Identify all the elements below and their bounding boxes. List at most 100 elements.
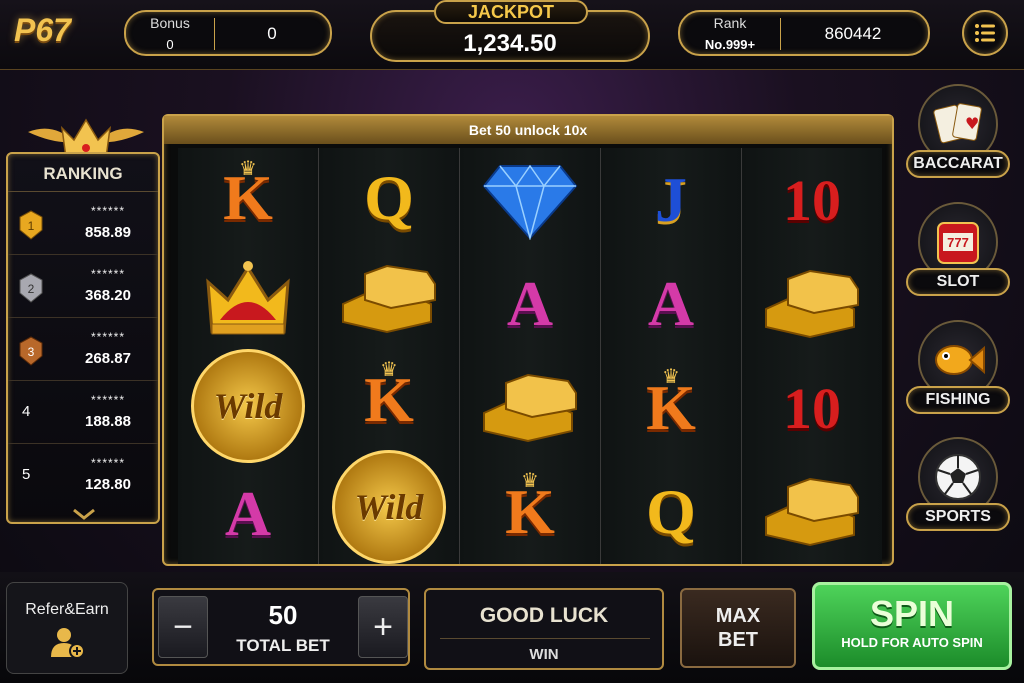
reel-symbol-a: A (647, 268, 695, 339)
gold-medal-icon: 1 (19, 210, 43, 240)
menu-button[interactable] (962, 10, 1008, 56)
game-label: SLOT (906, 268, 1010, 296)
auto-spin-hint: HOLD FOR AUTO SPIN (841, 635, 983, 650)
total-bet-label: TOTAL BET (236, 636, 330, 655)
crown-icon (206, 261, 290, 335)
reel-symbol-a: A (224, 477, 272, 549)
silver-medal-icon: 2 (19, 273, 43, 303)
increase-bet-button[interactable]: + (358, 596, 408, 658)
jackpot-value: 1,234.50 (463, 30, 557, 57)
reel-symbol-k: ♛ K (646, 366, 696, 443)
rank-value: No.999+ (704, 37, 756, 52)
reel-column: J A ♛ K Q (601, 148, 742, 564)
refer-label: Refer&Earn (25, 601, 109, 618)
reel-symbol-10: 10 (783, 375, 841, 441)
reel-symbol-j: J (655, 164, 687, 235)
player-score: 268.87 (85, 350, 131, 367)
game-label: SPORTS (906, 503, 1010, 531)
reel-symbol-a: A (506, 268, 554, 339)
ranking-row: 4 ****** 188.88 (8, 381, 158, 444)
rank-number: 5 (22, 466, 31, 483)
gold-bars-icon (765, 477, 859, 547)
reel-symbol-q: Q (364, 162, 414, 234)
bet-control: − 50 TOTAL BET + (152, 588, 410, 666)
ranking-panel: RANKING 1 ****** 858.89 2 ****** 368.20 … (6, 152, 160, 524)
max-bet-button[interactable]: MAX BET (680, 588, 796, 668)
gold-bars-icon (342, 264, 436, 334)
divider (780, 18, 781, 50)
reel-column: 10 10 (742, 148, 882, 564)
small-crown-icon: ♛ (380, 359, 398, 382)
decrease-bet-button[interactable]: − (158, 596, 208, 658)
rank-label: Rank (713, 15, 747, 31)
small-crown-icon: ♛ (239, 158, 257, 180)
jackpot-label: JACKPOT (434, 0, 588, 24)
svg-text:2: 2 (28, 282, 35, 296)
player-name: ****** (90, 204, 126, 218)
menu-icon (975, 24, 995, 42)
ranking-title: RANKING (8, 154, 158, 192)
game-label: FISHING (906, 386, 1010, 414)
gold-bars-icon (483, 373, 577, 443)
reels-frame: Bet 50 unlock 10x ♛ K Wild A Q ♛ K Wild … (162, 114, 894, 566)
wild-coin: Wild (191, 349, 305, 464)
game-sports[interactable]: SPORTS (906, 437, 1010, 531)
player-score: 128.80 (85, 476, 131, 493)
max-bet-line1: MAX (715, 605, 761, 627)
refer-earn-button[interactable]: Refer&Earn (6, 582, 128, 674)
player-name: ****** (90, 456, 126, 470)
win-message: GOOD LUCK (479, 604, 609, 627)
rank-secondary-value: 860442 (824, 24, 882, 43)
bonus-secondary-value: 0 (267, 24, 277, 43)
player-name: ****** (90, 267, 126, 281)
reel-symbol-k: ♛ K (505, 470, 555, 547)
reel-symbol-gold-bars (319, 249, 459, 350)
bonus-value: 0 (166, 37, 174, 52)
rank-number: 4 (22, 403, 31, 420)
wild-coin: Wild (332, 450, 446, 565)
spin-label: SPIN (869, 593, 955, 634)
diamond-icon (482, 164, 578, 240)
reel-symbol-gold-bars (460, 356, 600, 460)
svg-text:♥: ♥ (965, 114, 979, 133)
small-crown-icon: ♛ (662, 366, 680, 388)
player-score: 188.88 (85, 413, 131, 430)
spin-button[interactable]: SPIN HOLD FOR AUTO SPIN (812, 582, 1012, 670)
svg-text:1: 1 (28, 219, 35, 233)
reel-symbol-diamond (460, 148, 600, 252)
unlock-banner: Bet 50 unlock 10x (164, 116, 892, 144)
reel-symbol-wild: Wild (319, 450, 459, 565)
svg-text:3: 3 (28, 345, 35, 359)
game-baccarat[interactable]: ♥ BACCARAT (906, 84, 1010, 178)
reel-symbol-k: ♛ K (364, 359, 414, 435)
reel-symbol-crown (178, 249, 318, 350)
reel-grid[interactable]: ♛ K Wild A Q ♛ K Wild A ♛ K J A ♛ K Q 10… (178, 148, 882, 565)
bronze-medal-icon: 3 (19, 336, 43, 366)
win-label: WIN (529, 646, 559, 663)
ranking-row: 3 ****** 268.87 (8, 318, 158, 381)
svg-text:777: 777 (947, 235, 969, 250)
win-panel: GOOD LUCK WIN (424, 588, 664, 670)
game-label: BACCARAT (906, 150, 1010, 178)
divider (440, 638, 650, 639)
ranking-row: 2 ****** 368.20 (8, 255, 158, 318)
chevron-down-icon[interactable] (72, 508, 96, 520)
reel-column: A ♛ K (460, 148, 601, 564)
player-name: ****** (90, 393, 126, 407)
reel-column: Q ♛ K Wild (319, 148, 460, 565)
rank-panel[interactable]: Rank No.999+ 860442 (678, 10, 930, 56)
game-slot[interactable]: 777 SLOT (906, 202, 1010, 296)
reel-symbol-k: ♛ K (223, 158, 273, 234)
reel-symbol-gold-bars (742, 252, 882, 356)
reel-symbol-gold-bars (742, 460, 882, 564)
bonus-panel[interactable]: Bonus 0 0 (124, 10, 332, 56)
max-bet-line2: BET (718, 629, 758, 651)
divider (214, 18, 215, 50)
reel-column: ♛ K Wild A (178, 148, 319, 564)
game-fishing[interactable]: FISHING (906, 320, 1010, 414)
ranking-row: 1 ****** 858.89 (8, 192, 158, 255)
total-bet-value: 50 (268, 600, 298, 630)
reel-symbol-10: 10 (783, 167, 841, 233)
player-score: 858.89 (85, 224, 131, 241)
top-bar: P67 Bonus 0 0 1,234.50 JACKPOT Rank No.9… (0, 0, 1024, 70)
